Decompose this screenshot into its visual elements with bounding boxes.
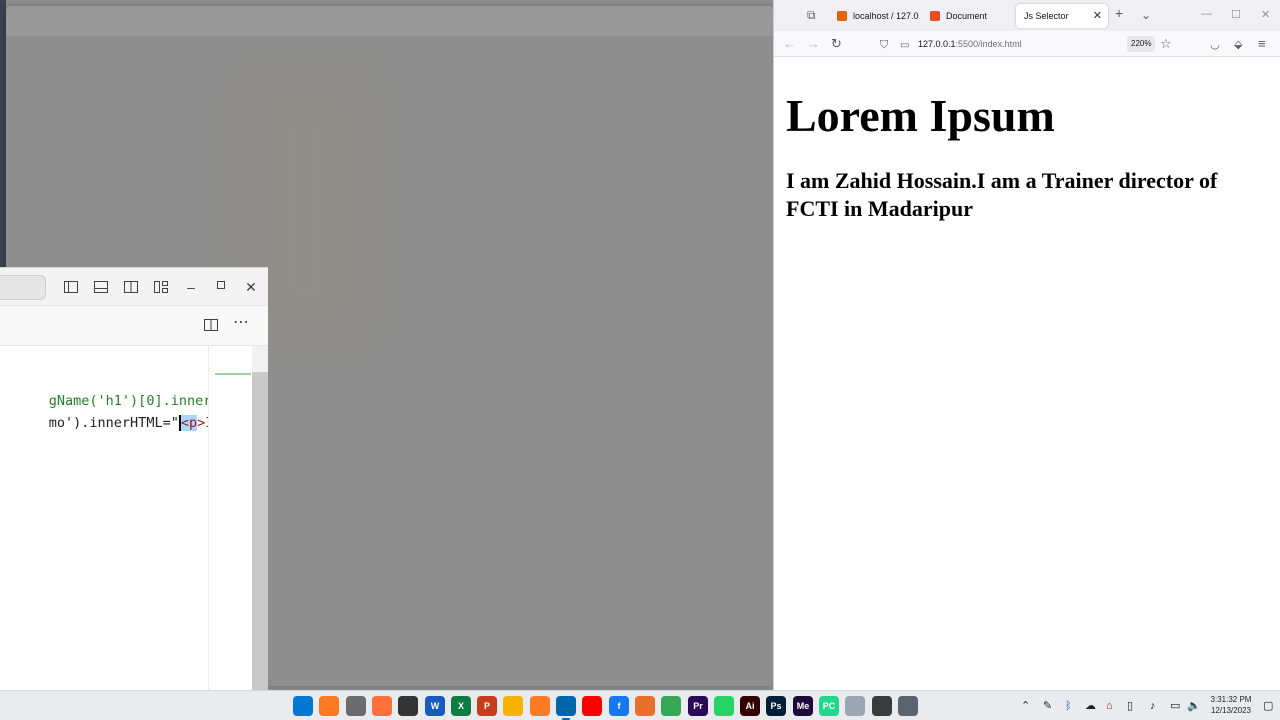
taskbar-start-icon[interactable] — [293, 696, 313, 716]
tab-label: Js Selector — [1024, 11, 1069, 21]
taskbar-xampp-2-icon[interactable] — [530, 696, 550, 716]
reload-icon[interactable]: ↻ — [831, 36, 842, 52]
tab-overview-icon[interactable]: ⧉ — [807, 8, 816, 22]
pen-icon[interactable]: ✎ — [1043, 699, 1052, 713]
taskbar-youtube-icon[interactable] — [582, 696, 602, 716]
maximize-icon[interactable] — [211, 277, 231, 297]
taskbar: W X Pf Pr Ai Ps Me PC ⌃ ✎ ᛒ ☁ ⌂ ▯ ♪ ▭ 🔈 3:31:32… — [0, 690, 1280, 720]
cloud-icon[interactable]: ☁ — [1085, 699, 1096, 713]
url-bar[interactable]: 127.0.0.1:5500/index.html — [918, 35, 1198, 53]
text-cursor-selection: <p — [178, 415, 198, 431]
tab-document[interactable]: Document — [922, 4, 1012, 28]
taskbar-whatsapp-icon[interactable] — [714, 696, 734, 716]
taskbar-xampp-icon[interactable] — [319, 696, 339, 716]
navigation-toolbar: ← → ↻ ⛉ ▭ 127.0.0.1:5500/index.html 220%… — [774, 31, 1280, 57]
page-info-icon[interactable]: ▭ — [900, 38, 909, 54]
taskbar-file-manager-icon[interactable] — [346, 696, 366, 716]
tab-localhost[interactable]: localhost / 127.0.0 — [829, 4, 919, 28]
window-close-icon[interactable]: ✕ — [1261, 8, 1270, 21]
network-icon[interactable]: ▭ — [1170, 699, 1180, 713]
taskbar-media-encoder-icon[interactable]: Me — [793, 696, 813, 716]
list-tabs-icon[interactable]: ⌄ — [1141, 8, 1151, 22]
microphone-icon[interactable]: ♪ — [1150, 699, 1156, 713]
zoom-level-badge[interactable]: 220% — [1127, 36, 1156, 52]
bookmark-star-icon[interactable]: ☆ — [1160, 36, 1172, 52]
taskbar-premiere-icon[interactable]: Pr — [688, 696, 708, 716]
notifications-icon[interactable]: ▢ — [1263, 699, 1273, 713]
menu-icon[interactable]: ≡ — [1258, 36, 1266, 52]
code-token: mo').innerHTML=" — [48, 415, 179, 431]
taskbar-app-orange-icon[interactable] — [635, 696, 655, 716]
close-tab-icon[interactable]: ✕ — [1093, 9, 1102, 22]
scrollbar-thumb[interactable] — [252, 372, 268, 691]
taskbar-powerpoint-icon[interactable]: P — [477, 696, 497, 716]
taskbar-clapper-icon[interactable] — [398, 696, 418, 716]
editor-tab-bar: ⋯ — [0, 306, 268, 346]
minimap[interactable] — [208, 346, 252, 691]
taskbar-settings-icon[interactable] — [898, 696, 918, 716]
taskbar-pycharm-icon[interactable]: PC — [819, 696, 839, 716]
browser-window: ⧉ localhost / 127.0.0 Document Js Select… — [773, 0, 1280, 690]
taskbar-clock[interactable]: 3:31:32 PM 12/13/2023 — [1203, 694, 1259, 716]
tab-strip: ⧉ localhost / 127.0.0 Document Js Select… — [774, 0, 1280, 31]
taskbar-firefox-icon[interactable] — [372, 696, 392, 716]
split-editor-icon[interactable] — [201, 315, 221, 335]
show-hidden-icons-icon[interactable]: ⌃ — [1021, 699, 1030, 713]
taskbar-explorer-icon[interactable] — [503, 696, 523, 716]
tab-js-selector[interactable]: Js Selector ✕ — [1016, 4, 1108, 28]
code-token: >I am — [197, 415, 208, 431]
usb-icon[interactable]: ▯ — [1127, 699, 1133, 713]
taskbar-vscode-icon[interactable] — [556, 696, 576, 720]
minimize-icon[interactable]: – — [181, 277, 201, 297]
taskbar-excel-icon[interactable]: X — [451, 696, 471, 716]
page-paragraph: I am Zahid Hossain.I am a Trainer direct… — [786, 168, 1218, 221]
close-icon[interactable]: ✕ — [241, 277, 261, 297]
web-page-content: Lorem Ipsum I am Zahid Hossain.I am a Tr… — [774, 58, 1280, 690]
vertical-scrollbar[interactable] — [252, 346, 268, 691]
minimap-line — [215, 373, 251, 375]
window-minimize-icon[interactable]: — — [1201, 8, 1212, 20]
url-path: :5500/index.html — [955, 39, 1022, 49]
customize-layout-icon[interactable] — [151, 277, 171, 297]
toggle-panel-icon[interactable] — [91, 277, 111, 297]
acrobat-icon[interactable]: ⌂ — [1106, 699, 1113, 713]
pocket-icon[interactable]: ◡ — [1210, 37, 1220, 53]
taskbar-photoshop-icon[interactable]: Ps — [766, 696, 786, 716]
taskbar-word-icon[interactable]: W — [425, 696, 445, 716]
new-tab-icon[interactable]: + — [1115, 6, 1123, 20]
extensions-icon[interactable]: ⬙ — [1234, 37, 1242, 53]
page-heading: Lorem Ipsum — [786, 90, 1055, 141]
taskbar-facebook-icon[interactable]: f — [609, 696, 629, 716]
toggle-secondary-sidebar-icon[interactable] — [121, 277, 141, 297]
clock-time: 3:31:32 PM — [1210, 695, 1252, 704]
toggle-primary-sidebar-icon[interactable] — [61, 277, 81, 297]
vscode-window: – ✕ ⋯ gName('h1')[0].innerText mo').inne… — [0, 267, 268, 691]
window-maximize-icon[interactable]: ☐ — [1231, 8, 1241, 21]
code-editor[interactable]: gName('h1')[0].innerText mo').innerHTML=… — [0, 346, 208, 691]
taskbar-illustrator-icon[interactable]: Ai — [740, 696, 760, 716]
taskbar-installer-icon[interactable] — [845, 696, 865, 716]
forward-icon[interactable]: → — [807, 36, 820, 52]
code-line: mo').innerHTML="<p>I am — [0, 396, 208, 450]
favicon-icon — [837, 11, 847, 21]
bluetooth-icon[interactable]: ᛒ — [1065, 699, 1072, 713]
taskbar-snipping-icon[interactable] — [872, 696, 892, 716]
volume-icon[interactable]: 🔈 — [1187, 699, 1201, 713]
taskbar-chrome-icon[interactable] — [661, 696, 681, 716]
tab-label: Document — [946, 11, 988, 21]
clock-date: 12/13/2023 — [1210, 706, 1252, 715]
url-host: 127.0.0.1 — [918, 39, 956, 49]
tab-label: localhost / 127.0.0 — [853, 11, 919, 21]
more-actions-icon[interactable]: ⋯ — [231, 313, 251, 333]
command-center-search[interactable] — [0, 275, 46, 300]
back-icon[interactable]: ← — [783, 36, 796, 52]
vscode-titlebar: – ✕ — [0, 268, 268, 306]
tracking-shield-icon[interactable]: ⛉ — [880, 37, 888, 53]
favicon-icon — [930, 11, 940, 21]
